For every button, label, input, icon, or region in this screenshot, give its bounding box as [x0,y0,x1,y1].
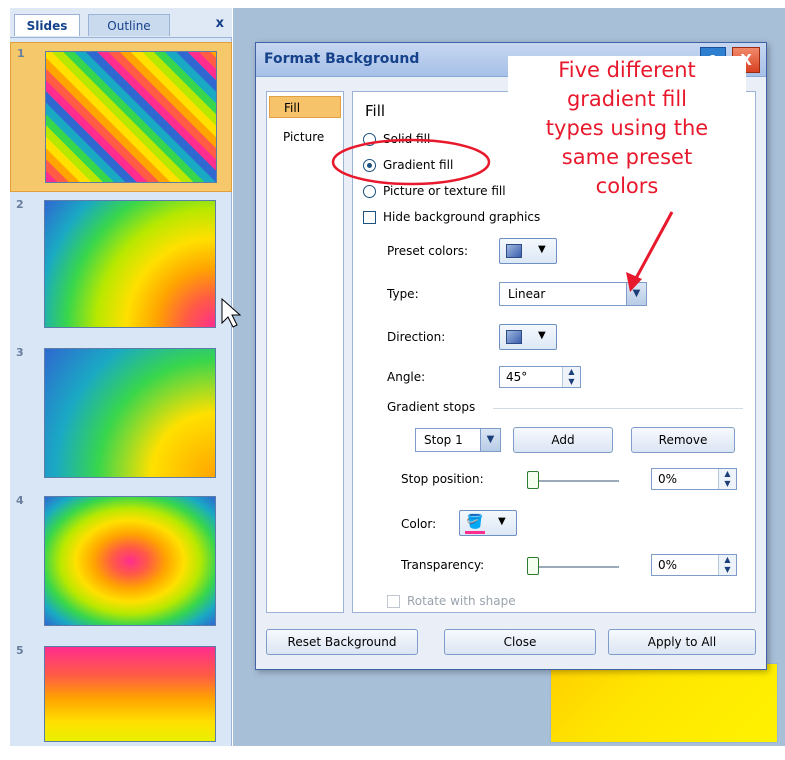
group-divider [493,408,743,409]
slide-preview [44,646,216,742]
color-picker-button[interactable]: 🪣 ▼ [459,510,517,536]
close-button[interactable]: Close [444,629,596,655]
solid-fill-option[interactable]: Solid fill [363,130,430,148]
stop-position-value: 0% [658,472,678,486]
slider-thumb[interactable] [527,471,539,489]
slide-preview [44,496,216,626]
apply-to-all-button[interactable]: Apply to All [608,629,756,655]
annotation-line: gradient fill [566,87,688,111]
slide-number: 4 [16,494,24,507]
spin-arrows-icon[interactable]: ▲ ▼ [718,555,736,575]
slide-thumbnail-3[interactable]: 3 [10,342,232,488]
annotation-callout: Five different gradient fill types using… [508,56,746,201]
current-slide-canvas[interactable] [550,663,778,743]
dialog-title: Format Background [264,51,420,67]
slide-thumbnail-1[interactable]: 1 [10,42,232,192]
slide-preview [45,51,217,183]
stop-position-label: Stop position: [401,472,484,486]
solid-fill-label: Solid fill [383,132,431,146]
slide-thumbnail-2[interactable]: 2 [10,194,232,334]
spin-arrows-icon[interactable]: ▲ ▼ [718,469,736,489]
transparency-label: Transparency: [401,558,485,572]
slide-number: 2 [16,198,24,211]
annotation-line: types using the [545,116,709,140]
annotation-line: same preset [561,145,693,169]
nav-item-picture[interactable]: Picture [269,126,341,148]
color-underline [465,531,485,534]
color-label: Color: [401,517,437,531]
chevron-down-icon[interactable]: ▼ [626,283,646,305]
rotate-with-shape-label: Rotate with shape [407,594,516,608]
slide-preview [44,200,216,328]
hide-graphics-label: Hide background graphics [383,210,541,224]
gradient-fill-radio[interactable] [363,158,376,172]
chevron-down-icon[interactable]: ▼ [480,429,500,451]
slide-thumbnail-4[interactable]: 4 [10,490,232,636]
angle-label: Angle: [387,370,426,384]
direction-swatch-icon [506,330,522,344]
pane-close-icon[interactable]: x [216,16,224,31]
gradient-stops-label: Gradient stops [387,400,476,414]
spin-arrows-icon[interactable]: ▲ ▼ [562,367,580,387]
gradient-stop-select[interactable]: Stop 1 ▼ [415,428,501,452]
rotate-with-shape-checkbox [387,594,400,608]
add-stop-button[interactable]: Add [513,427,613,453]
transparency-value: 0% [658,558,678,572]
stop-position-slider[interactable] [527,471,619,489]
slide-thumbnail-5[interactable]: 5 [10,640,232,746]
picture-fill-option[interactable]: Picture or texture fill [363,182,506,200]
hide-graphics-checkbox[interactable] [363,210,376,224]
type-select[interactable]: Linear ▼ [499,282,647,306]
annotation-line: colors [595,174,659,198]
direction-button[interactable]: ▼ [499,324,557,350]
section-title: Fill [365,102,386,120]
tab-outline[interactable]: Outline [88,14,170,36]
chevron-down-icon: ▼ [498,516,506,527]
picture-fill-radio[interactable] [363,184,376,198]
slide-number: 3 [16,346,24,359]
type-label: Type: [387,287,419,301]
slides-pane: Slides Outline x 1 2 3 4 5 [10,8,232,746]
transparency-spinner[interactable]: 0% ▲ ▼ [651,554,737,576]
tab-slides[interactable]: Slides [14,14,80,36]
hide-graphics-option[interactable]: Hide background graphics [363,208,540,226]
gradient-fill-label: Gradient fill [383,158,454,172]
preset-colors-label: Preset colors: [387,244,469,258]
rotate-with-shape-option: Rotate with shape [387,592,516,610]
gradient-fill-option[interactable]: Gradient fill [363,156,453,174]
slide-number: 1 [17,47,25,60]
angle-spinner[interactable]: 45° ▲ ▼ [499,366,581,388]
angle-value: 45° [506,370,528,384]
annotation-line: Five different [558,58,696,82]
chevron-down-icon: ▼ [538,244,546,255]
pane-tabs: Slides Outline x [10,8,232,38]
picture-fill-label: Picture or texture fill [383,184,506,198]
nav-item-fill[interactable]: Fill [269,96,341,118]
chevron-down-icon: ▼ [538,330,546,341]
remove-stop-button[interactable]: Remove [631,427,735,453]
slide-preview [44,348,216,478]
stop-position-spinner[interactable]: 0% ▲ ▼ [651,468,737,490]
paint-bucket-icon: 🪣 [466,514,484,530]
transparency-slider[interactable] [527,557,619,575]
slide-number: 5 [16,644,24,657]
solid-fill-radio[interactable] [363,132,376,146]
direction-label: Direction: [387,330,446,344]
preset-gradient-swatch-icon [506,244,522,258]
reset-background-button[interactable]: Reset Background [266,629,418,655]
stop-value: Stop 1 [424,433,463,447]
type-value: Linear [508,287,546,301]
slider-thumb[interactable] [527,557,539,575]
dialog-nav: Fill Picture [266,91,344,613]
preset-colors-button[interactable]: ▼ [499,238,557,264]
